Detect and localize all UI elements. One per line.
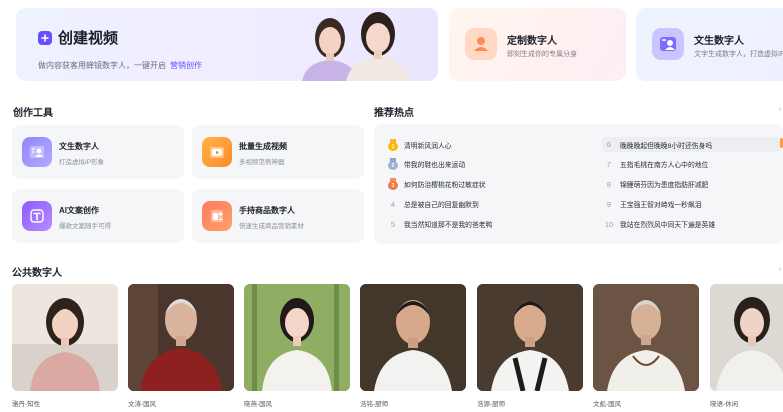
tool-product-avatar[interactable]: 手持商品数字人 快速生成商品营销素材: [192, 189, 364, 243]
tool-desc: 快速生成商品营销素材: [239, 223, 304, 230]
hot-item[interactable]: 10 我站在烈烈风中同天下遍是英雄: [602, 217, 715, 231]
tool-desc: 多视频范例神器: [239, 159, 285, 166]
workspace: 创建视频 做内容获客用蝉镜数字人，一键开启 营销创作 定制数字人 即刻生成你的专属…: [0, 0, 783, 412]
avatar-card[interactable]: [128, 284, 234, 391]
hot-item[interactable]: 7 五指毛桃在南方人心中的地位: [602, 157, 708, 171]
digital-human-portraits: [302, 12, 410, 81]
avatar-name: 浩源-厨师: [477, 401, 506, 408]
avatar-card[interactable]: [593, 284, 699, 391]
avatar-portrait: [244, 284, 350, 391]
tool-text-avatar[interactable]: 文生数字人 打造虚拟IP形象: [12, 125, 184, 179]
hot-item[interactable]: 8 锦鲤萌芬因为患度指肪肝减肥: [602, 177, 708, 191]
more-indicator: ›: [779, 106, 782, 113]
tool-ai-copy[interactable]: AI文案创作 爆款文案随手可得: [12, 189, 184, 243]
hot-item[interactable]: 9 王宝强王智对峙戏一秒飙泪: [602, 197, 702, 211]
tool-name: AI文案创作: [59, 206, 99, 215]
hot-item[interactable]: 4 总是被自己的回复幽默到: [386, 197, 479, 211]
avatar-card[interactable]: [244, 284, 350, 391]
more-indicator: ›: [779, 266, 782, 273]
silver-medal-icon: 2: [388, 158, 398, 170]
tool-desc: 爆款文案随手可得: [59, 223, 111, 230]
ai-copy-icon: [22, 201, 52, 231]
batch-video-icon: [202, 137, 232, 167]
create-video-title: 创建视频: [58, 30, 119, 47]
avatar-name: 浩铭-厨师: [360, 401, 389, 408]
avatar-portrait: [128, 284, 234, 391]
create-video-subtitle: 做内容获客用蝉镜数字人，一键开启 营销创作: [38, 61, 202, 70]
tool-name: 手持商品数字人: [239, 206, 295, 215]
avatar-portrait: [593, 284, 699, 391]
text-avatar-tool-icon: [22, 137, 52, 167]
custom-avatar-subtitle: 即刻生成你的专属分身: [507, 51, 577, 58]
public-section-title: 公共数字人: [12, 268, 62, 279]
hot-item-selected[interactable]: 6 晚晚晚起但晚晚8小时还伤身吗: [602, 137, 780, 152]
avatar-portrait: [12, 284, 118, 391]
hot-item[interactable]: 3 如何防治樱桃花粉过敏症状: [386, 177, 486, 191]
bronze-medal-icon: 3: [388, 178, 398, 190]
text-avatar-icon: [652, 28, 684, 60]
avatar-card[interactable]: [710, 284, 783, 391]
marketing-create-link[interactable]: 营销创作: [170, 61, 202, 70]
hot-section-title: 推荐热点: [374, 108, 414, 119]
custom-avatar-title: 定制数字人: [507, 36, 557, 47]
custom-avatar-banner[interactable]: 定制数字人 即刻生成你的专属分身: [449, 8, 626, 81]
tool-name: 批量生成视频: [239, 142, 287, 151]
text-avatar-banner[interactable]: 文生数字人 文字生成数字人，打造虚拟IP: [636, 8, 783, 81]
avatar-name: 晓语-休闲: [710, 401, 739, 408]
text-avatar-subtitle: 文字生成数字人，打造虚拟IP: [694, 51, 783, 58]
avatar-name: 文涛-国风: [128, 401, 157, 408]
tools-section-title: 创作工具: [13, 108, 53, 119]
avatar-name: 晓燕-国风: [244, 401, 273, 408]
product-avatar-icon: [202, 201, 232, 231]
avatar-name: 文彪-国风: [593, 401, 622, 408]
avatar-portrait: [710, 284, 783, 391]
avatar-portrait: [360, 284, 466, 391]
hot-item[interactable]: 2 带我的鞋也出来运动: [386, 157, 465, 171]
custom-avatar-icon: [465, 28, 497, 60]
hot-item[interactable]: 5 我当然知道那不是我的爸老鸭: [386, 217, 492, 231]
plus-icon: [38, 30, 52, 45]
avatar-name: 骆丹-知性: [12, 401, 41, 408]
hot-item[interactable]: 1 清明新风润人心: [386, 138, 452, 152]
gold-medal-icon: 1: [388, 139, 398, 151]
create-video-banner[interactable]: 创建视频 做内容获客用蝉镜数字人，一键开启 营销创作: [16, 8, 438, 81]
tool-name: 文生数字人: [59, 142, 99, 151]
avatar-card[interactable]: [12, 284, 118, 391]
avatar-card[interactable]: [360, 284, 466, 391]
avatar-card[interactable]: [477, 284, 583, 391]
avatar-portrait: [477, 284, 583, 391]
tool-desc: 打造虚拟IP形象: [59, 159, 105, 166]
tool-batch-video[interactable]: 批量生成视频 多视频范例神器: [192, 125, 364, 179]
text-avatar-title: 文生数字人: [694, 36, 744, 47]
